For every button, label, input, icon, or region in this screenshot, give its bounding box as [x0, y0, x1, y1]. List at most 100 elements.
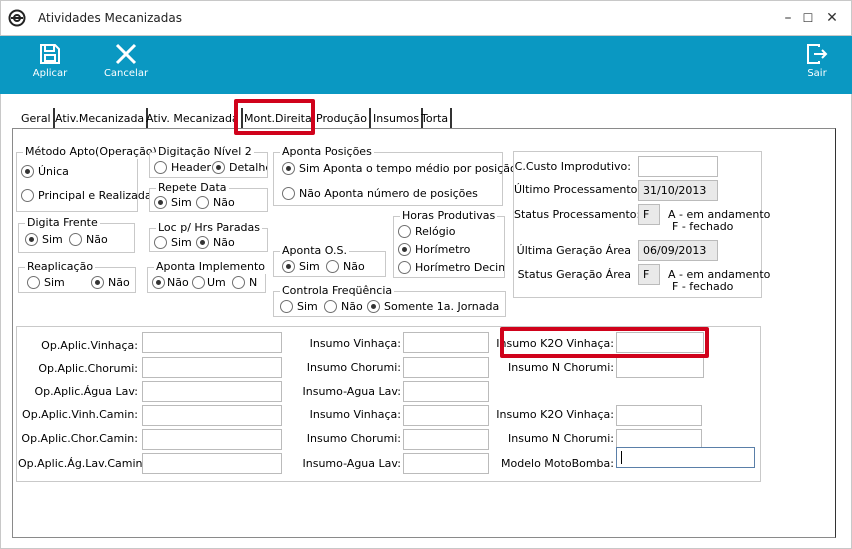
- radio-repete-sim[interactable]: Sim: [154, 196, 192, 210]
- group-title: Repete Data: [156, 181, 229, 195]
- tab-torta[interactable]: Torta: [419, 108, 453, 130]
- radio-digitacao-detalhe[interactable]: Detalhe: [212, 161, 267, 175]
- insumo-k2o-vinhaca-2-input[interactable]: [616, 405, 702, 426]
- radio-frente-sim[interactable]: Sim: [25, 233, 63, 247]
- radio-reaplicacao-sim[interactable]: Sim: [27, 276, 65, 290]
- ultimo-processamento-label: Último Processamento:: [514, 183, 642, 196]
- radio-label: Sim Aponta o tempo médio por posição: [299, 162, 517, 175]
- maximize-button[interactable]: ☐: [798, 8, 818, 28]
- radio-label: Somente 1a. Jornada: [384, 300, 500, 313]
- insumo-agua-lav-2-input[interactable]: [403, 453, 489, 474]
- radio-loc-sim[interactable]: Sim: [154, 236, 192, 250]
- radio-impl-nao[interactable]: Não: [152, 276, 189, 290]
- radio-label: Não Aponta número de posições: [299, 187, 478, 200]
- modelo-motobomba-label: Modelo MotoBomba:: [501, 457, 614, 470]
- radio-controla-jornada[interactable]: Somente 1a. Jornada: [367, 300, 499, 314]
- radio-controla-nao[interactable]: Não: [324, 300, 363, 314]
- apply-button[interactable]: Aplicar: [28, 38, 72, 90]
- text-cursor: [621, 451, 622, 464]
- radio-label: Não: [213, 236, 235, 249]
- group-reaplicacao: Reaplicação Sim Não: [18, 260, 136, 293]
- apply-label: Aplicar: [32, 68, 68, 79]
- radio-icon: [69, 233, 82, 246]
- insumo-vinhaca-2-input[interactable]: [403, 405, 489, 426]
- radio-label: Sim: [171, 236, 192, 249]
- tab-ativ-mecanizada[interactable]: Ativ.Mecanizada: [53, 108, 149, 130]
- radio-impl-um[interactable]: Um: [192, 276, 226, 290]
- close-x-icon: [115, 43, 137, 65]
- radio-horas-horimetro-decimal[interactable]: Horímetro Decimal: [398, 261, 504, 275]
- cancel-label: Cancelar: [103, 68, 149, 79]
- radio-repete-nao[interactable]: Não: [196, 196, 235, 210]
- tab-insumos[interactable]: Insumos: [371, 108, 424, 130]
- radio-frente-nao[interactable]: Não: [69, 233, 108, 247]
- status-geracao-label: Status Geração Área: [517, 268, 631, 281]
- radio-icon: [280, 300, 293, 313]
- close-button[interactable]: ✕: [822, 8, 842, 28]
- radio-label: Principal e Realizada: [38, 189, 152, 202]
- radio-icon: [154, 236, 167, 249]
- insumo-vinhaca-input[interactable]: [403, 332, 489, 353]
- group-title: Método Apto(Operação): [23, 145, 159, 159]
- insumo-chorumi-2-input[interactable]: [403, 429, 489, 450]
- group-loc-hrs-paradas: Loc p/ Hrs Paradas Sim Não: [149, 221, 268, 252]
- modelo-motobomba-input[interactable]: [616, 447, 755, 468]
- tab-geral[interactable]: Geral: [19, 108, 55, 130]
- insumo-k2o-vinhaca-2-label: Insumo K2O Vinhaça:: [496, 408, 614, 421]
- insumo-vinhaca-label: Insumo Vinhaça:: [309, 337, 401, 350]
- radio-aponta-sim[interactable]: Sim Aponta o tempo médio por posição: [282, 162, 517, 176]
- insumo-n-chorumi-input[interactable]: [616, 357, 704, 378]
- radio-metodo-unica[interactable]: Única: [21, 165, 69, 179]
- insumo-vinhaca-2-label: Insumo Vinhaça:: [309, 408, 401, 421]
- op-aplic-ag-lav-camin-label: Op.Aplic.Ág.Lav.Camin:: [18, 457, 147, 470]
- op-aplic-vinh-camin-input[interactable]: [142, 405, 282, 426]
- op-aplic-chor-camin-input[interactable]: [142, 429, 282, 450]
- radio-label: Relógio: [415, 225, 456, 238]
- radio-label: Horímetro Decimal: [415, 261, 504, 274]
- radio-label: Detalhe: [229, 161, 267, 174]
- custo-improdutivo-input[interactable]: [638, 156, 718, 177]
- radio-icon: [192, 276, 205, 289]
- tab-ativ-mecanizada-2[interactable]: Ativ. Mecanizada: [144, 108, 243, 130]
- op-aplic-agua-lav-input[interactable]: [142, 381, 282, 402]
- op-aplic-vinhaca-input[interactable]: [142, 332, 282, 353]
- radio-os-nao[interactable]: Não: [326, 260, 365, 274]
- exit-label: Sair: [807, 68, 827, 79]
- radio-controla-sim[interactable]: Sim: [280, 300, 318, 314]
- op-aplic-chorumi-input[interactable]: [142, 357, 282, 378]
- ultima-geracao-value: 06/09/2013: [643, 244, 707, 257]
- radio-icon: [232, 276, 245, 289]
- highlight-mont-direita-tab: [234, 99, 315, 135]
- group-aponta-os: Aponta O.S. Sim Não: [273, 244, 386, 277]
- radio-checked-icon: [25, 233, 38, 246]
- status-geracao-field: F: [638, 264, 660, 285]
- radio-os-sim[interactable]: Sim: [282, 260, 320, 274]
- ultima-geracao-label: Última Geração Área: [516, 244, 631, 257]
- op-aplic-agua-lav-label: Op.Aplic.Água Lav:: [34, 385, 138, 398]
- radio-horas-relogio[interactable]: Relógio: [398, 225, 455, 239]
- radio-checked-icon: [21, 165, 34, 178]
- radio-label: Horímetro: [415, 243, 471, 256]
- radio-aponta-nao[interactable]: Não Aponta número de posições: [282, 187, 478, 201]
- radio-digitacao-header[interactable]: Header: [154, 161, 211, 175]
- group-digitacao: Digitação Nível 2 Header Detalhe: [149, 145, 268, 178]
- radio-checked-icon: [398, 243, 411, 256]
- op-aplic-vinhaca-label: Op.Aplic.Vinhaça:: [41, 339, 138, 352]
- insumo-agua-lav-input[interactable]: [403, 381, 489, 402]
- radio-loc-nao[interactable]: Não: [196, 236, 235, 250]
- op-aplic-chorumi-label: Op.Aplic.Chorumi:: [38, 362, 138, 375]
- group-title: Aponta O.S.: [280, 244, 349, 258]
- radio-impl-n[interactable]: N: [232, 276, 257, 290]
- cancel-button[interactable]: Cancelar: [102, 38, 150, 90]
- op-aplic-ag-lav-camin-input[interactable]: [142, 453, 282, 474]
- radio-checked-icon: [196, 236, 209, 249]
- tab-producao[interactable]: Produção: [314, 108, 371, 130]
- radio-metodo-principal[interactable]: Principal e Realizada: [21, 189, 152, 203]
- group-title: Digitação Nível 2: [156, 145, 254, 159]
- radio-reaplicacao-nao[interactable]: Não: [91, 276, 130, 290]
- insumo-chorumi-input[interactable]: [403, 357, 489, 378]
- exit-button[interactable]: Sair: [800, 38, 834, 90]
- minimize-button[interactable]: –: [778, 8, 798, 28]
- radio-horas-horimetro[interactable]: Horímetro: [398, 243, 470, 257]
- status-geracao-legend-f: F - fechado: [672, 280, 734, 293]
